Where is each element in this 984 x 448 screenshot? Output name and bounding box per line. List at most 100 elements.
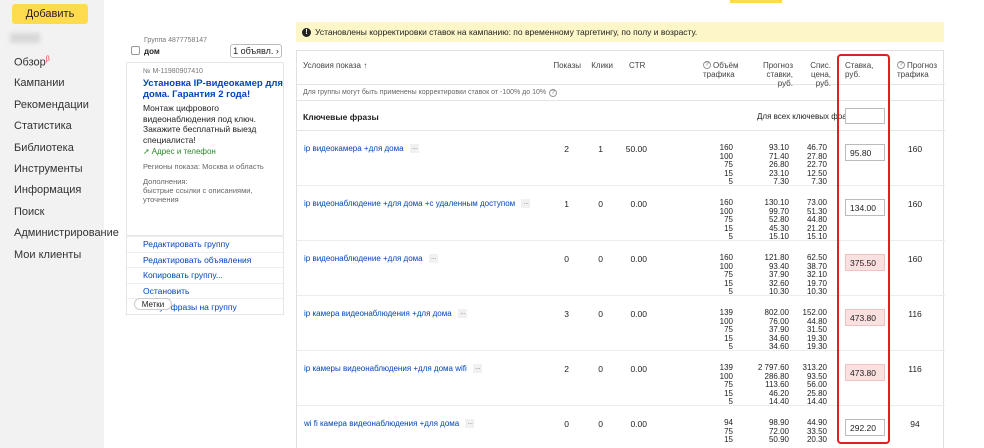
charge-price-list: 62.50 38.70 32.10 19.70 10.30 — [806, 253, 827, 297]
sidebar-item-statistics[interactable]: Статистика — [14, 120, 119, 141]
all-keywords-label: Для всех ключевых фраз — [757, 112, 851, 121]
sidebar-item-information[interactable]: Информация — [14, 184, 119, 205]
traffic-forecast-value: 116 — [908, 309, 922, 319]
more-icon[interactable]: ··· — [409, 144, 419, 153]
bid-input[interactable]: 292.20 — [845, 419, 885, 436]
keyword-link[interactable]: ip видеонаблюдение +для дома ··· — [304, 254, 438, 263]
header-traffic-forecast: ? Прогноз трафика — [897, 61, 938, 79]
traffic-volume-list: 160 100 75 15 5 — [719, 253, 733, 297]
sidebar-item-library[interactable]: Библиотека — [14, 142, 119, 163]
header-price: Спис. цена, руб. — [810, 61, 831, 88]
group-checkbox[interactable] — [131, 46, 140, 55]
copy-group-link[interactable]: Копировать группу... — [127, 267, 283, 283]
header-forecast: Прогноз ставки, руб. — [762, 61, 793, 88]
bid-input[interactable]: 473.80 — [845, 364, 885, 381]
bid-input[interactable]: 375.50 — [845, 254, 885, 271]
ad-title[interactable]: Установка IP-видеокамер для дома. Гарант… — [143, 78, 283, 100]
info-icon: ! — [302, 27, 311, 37]
edit-ads-link[interactable]: Редактировать объявления — [127, 251, 283, 268]
keyword-link[interactable]: ip видеонаблюдение +для дома +с удаленны… — [304, 199, 531, 208]
sidebar-item-tools[interactable]: Инструменты — [14, 163, 119, 184]
ctr-value: 0.00 — [630, 364, 647, 374]
top-button-fragment[interactable] — [730, 0, 782, 3]
bid-input[interactable]: 95.80 — [845, 144, 885, 161]
stop-link[interactable]: Остановить — [127, 282, 283, 299]
ad-address[interactable]: ➚ Адрес и телефон — [143, 147, 283, 156]
ctr-value: 0.00 — [630, 199, 647, 209]
ad-regions: Регионы показа: Москва и область — [143, 162, 264, 171]
charge-price-list: 152.00 44.80 31.50 19.30 19.30 — [802, 308, 827, 352]
ctr-value: 50.00 — [625, 144, 647, 154]
ads-count-button[interactable]: 1 объявл. › — [230, 44, 282, 58]
group-number: Группа 4877758147 — [144, 37, 208, 44]
charge-price-list: 73.00 51.30 44.80 21.20 15.10 — [806, 198, 827, 242]
sidebar-item-recommendations[interactable]: Рекомендации — [14, 99, 119, 120]
header-conditions[interactable]: Условия показа ↑ — [303, 61, 367, 70]
shows-value: 1 — [564, 199, 569, 209]
edit-group-link[interactable]: Редактировать группу — [127, 236, 283, 252]
adjustments-hint: Для группы могут быть применены корректи… — [297, 85, 945, 101]
sidebar-item-search[interactable]: Поиск — [14, 206, 119, 227]
keywords-title: Ключевые фразы — [303, 112, 379, 122]
charge-price-list: 46.70 27.80 22.70 12.50 7.30 — [806, 143, 827, 187]
keyword-link[interactable]: wi fi камера видеонаблюдения +для дома ··… — [304, 419, 475, 428]
all-keywords-bid-input[interactable] — [845, 108, 885, 124]
help-icon[interactable]: ? — [549, 88, 558, 97]
keyword-link[interactable]: ip камеры видеонаблюдения +для дома wifi… — [304, 364, 482, 373]
sidebar-item-overview[interactable]: Обзорβ — [14, 56, 119, 77]
tags-button[interactable]: Метки — [134, 298, 172, 310]
table-row: ip видеонаблюдение +для дома ··· 0 0 0.00 160… — [297, 241, 945, 296]
bid-forecast-list: 121.80 93.40 37.90 32.60 10.30 — [764, 253, 789, 297]
help-icon[interactable]: ? — [897, 61, 905, 69]
ad-preview: № М-11980907410 Установка IP-видеокамер … — [126, 62, 284, 236]
add-button[interactable]: Добавить — [12, 4, 88, 24]
charge-price-list: 44.90 33.50 20.30 — [806, 418, 827, 445]
shows-value: 0 — [564, 254, 569, 264]
header-bid[interactable]: Ставка, руб. — [845, 61, 889, 79]
table-row: wi fi камера видеонаблюдения +для дома ··… — [297, 406, 945, 448]
clicks-value: 0 — [598, 419, 603, 429]
bid-input[interactable]: 473.80 — [845, 309, 885, 326]
group-name: дом — [144, 47, 160, 56]
charge-price-list: 313.20 93.50 56.00 25.80 14.40 — [802, 363, 827, 407]
sidebar-item-campaigns[interactable]: Кампании — [14, 77, 119, 98]
header-shows[interactable]: Показы — [547, 61, 581, 70]
more-icon[interactable]: ··· — [521, 199, 531, 208]
ad-group-panel: Группа 4877758147 дом 1 объявл. › № М-11… — [126, 34, 284, 315]
bid-input[interactable]: 134.00 — [845, 199, 885, 216]
table-row: ip камеры видеонаблюдения +для дома wifi… — [297, 351, 945, 406]
table-row: ip камера видеонаблюдения +для дома ··· 3 0… — [297, 296, 945, 351]
bid-forecast-list: 802.00 76.00 37.90 34.60 34.60 — [764, 308, 789, 352]
bid-forecast-list: 130.10 99.70 52.80 45.30 15.10 — [764, 198, 789, 242]
bid-adjustments-notice: ! Установлены корректировки ставок на ка… — [296, 22, 944, 42]
traffic-forecast-value: 94 — [910, 419, 920, 429]
table-row: ip видеонаблюдение +для дома +с удаленны… — [297, 186, 945, 241]
more-icon[interactable]: ··· — [428, 254, 438, 263]
clicks-value: 1 — [598, 144, 603, 154]
help-icon[interactable]: ? — [703, 61, 711, 69]
traffic-forecast-value: 116 — [908, 364, 922, 374]
sidebar-item-my-clients[interactable]: Мои клиенты — [14, 249, 119, 270]
shows-value: 2 — [564, 144, 569, 154]
header-ctr[interactable]: CTR — [629, 61, 645, 70]
traffic-forecast-value: 160 — [907, 144, 923, 154]
sort-icon: ↑ — [363, 61, 368, 70]
sidebar-item-administration[interactable]: Администрирование — [14, 227, 119, 248]
arrow-icon: ➚ — [143, 147, 150, 156]
traffic-forecast-value: 160 — [907, 254, 923, 264]
traffic-volume-list: 139 100 75 15 5 — [719, 363, 733, 407]
ctr-value: 0.00 — [630, 254, 647, 264]
header-clicks[interactable]: Клики — [587, 61, 613, 70]
keywords-table: Условия показа ↑ Показы Клики CTR ? Объём… — [296, 50, 945, 448]
keywords-section-header: Ключевые фразы Для всех ключевых фраз — [297, 101, 945, 131]
blurred-account-name — [10, 33, 40, 43]
sidebar: Добавить Обзорβ Кампании Рекомендации Ст… — [0, 0, 119, 448]
ctr-value: 0.00 — [630, 419, 647, 429]
more-icon[interactable]: ··· — [457, 309, 467, 318]
more-icon[interactable]: ··· — [472, 364, 482, 373]
keyword-link[interactable]: ip видеокамера +для дома ··· — [304, 144, 419, 153]
table-header: Условия показа ↑ Показы Клики CTR ? Объём… — [297, 51, 945, 88]
keyword-link[interactable]: ip камера видеонаблюдения +для дома ··· — [304, 309, 467, 318]
more-icon[interactable]: ··· — [465, 419, 475, 428]
shows-value: 0 — [564, 419, 569, 429]
